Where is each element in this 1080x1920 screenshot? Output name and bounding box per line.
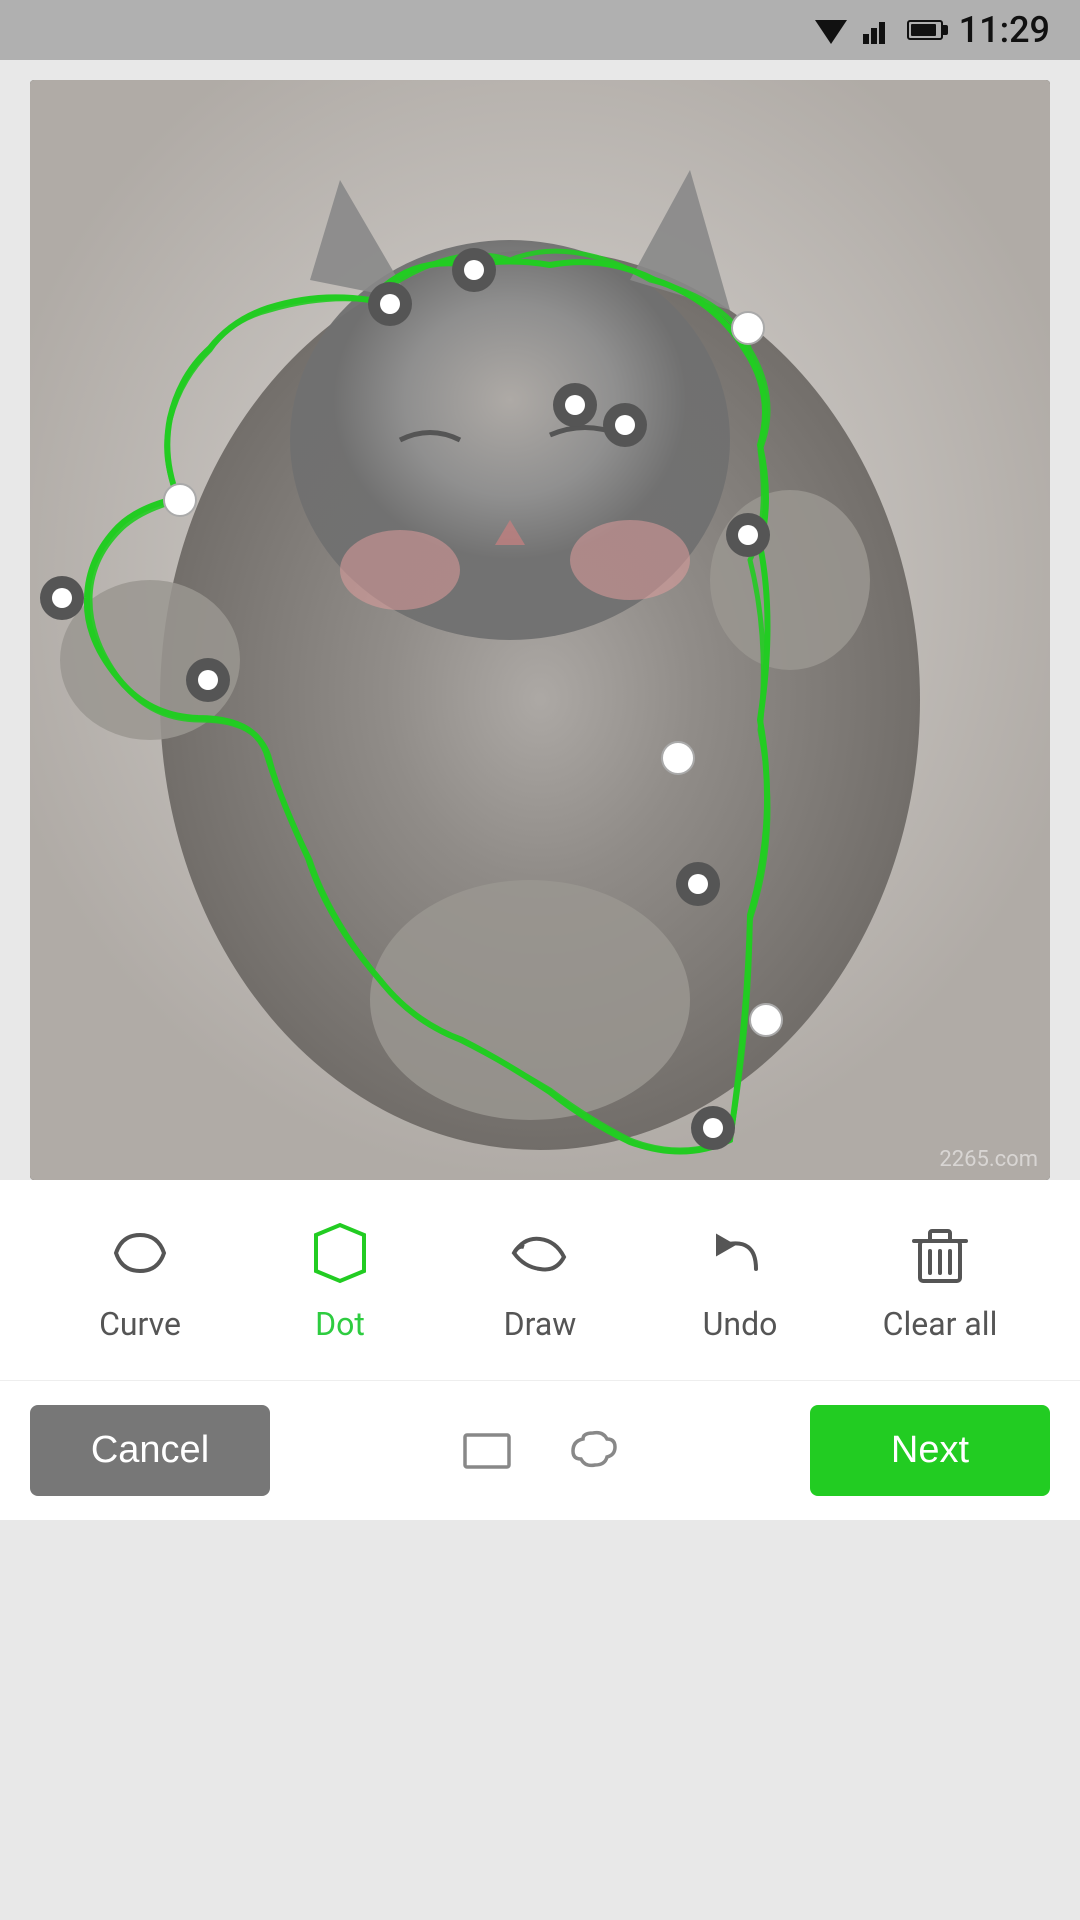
watermark: 2265.com [939,1147,1038,1172]
undo-label: Undo [703,1305,778,1343]
tool-curve[interactable]: Curve [65,1217,215,1343]
tool-clear-all[interactable]: Clear all [865,1217,1015,1343]
dot-label: Dot [315,1305,365,1343]
bottom-icons [459,1423,621,1479]
cat-image [30,80,1050,1180]
undo-icon [704,1217,776,1289]
draw-icon [504,1217,576,1289]
freeform-icon[interactable] [565,1423,621,1479]
status-time: 11:29 [959,9,1050,51]
cancel-button[interactable]: Cancel [30,1405,270,1496]
clear-all-label: Clear all [883,1305,998,1343]
rectangle-icon[interactable] [459,1423,515,1479]
draw-label: Draw [504,1305,577,1343]
tool-undo[interactable]: Undo [665,1217,815,1343]
toolbar: Curve Dot Draw Undo [0,1180,1080,1380]
status-bar: 11:29 [0,0,1080,60]
next-button[interactable]: Next [810,1405,1050,1496]
status-icons: 11:29 [815,9,1050,51]
curve-icon [104,1217,176,1289]
tool-draw[interactable]: Draw [465,1217,615,1343]
image-editor[interactable]: 2265.com [30,80,1050,1180]
wifi-icon [815,16,847,44]
trash-icon [904,1217,976,1289]
battery-icon [907,20,943,40]
bottom-bar: Cancel Next [0,1380,1080,1520]
curve-label: Curve [99,1305,181,1343]
dot-icon [304,1217,376,1289]
cat-silhouette [30,80,1050,1180]
tool-dot[interactable]: Dot [265,1217,415,1343]
signal-icon [863,16,891,44]
